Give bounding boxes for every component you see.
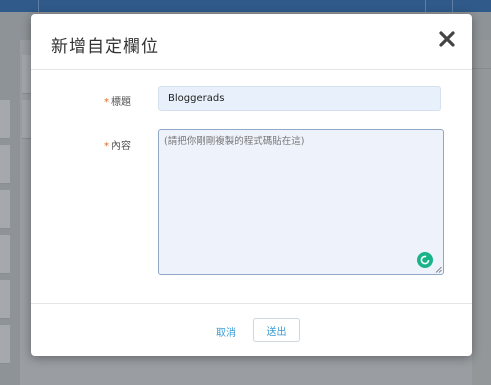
resize-handle-icon[interactable] (435, 266, 442, 273)
dialog-title: 新增自定欄位 (51, 37, 159, 57)
title-input[interactable] (158, 86, 441, 111)
nav-divider (452, 0, 453, 12)
title-label-text: 標題 (111, 97, 131, 108)
background-row (0, 235, 10, 274)
content-label: * 內容 (104, 137, 131, 152)
add-custom-field-dialog: 新增自定欄位 *標題 *內容 取消 送出 (31, 14, 472, 356)
content-textarea[interactable] (158, 129, 444, 275)
background-right-panel (472, 40, 491, 385)
required-mark: * (104, 141, 109, 152)
submit-button[interactable]: 送出 (253, 318, 300, 342)
close-button[interactable] (438, 29, 456, 49)
cancel-button[interactable]: 取消 (216, 324, 236, 339)
dialog-header: 新增自定欄位 (31, 14, 472, 70)
background-row (0, 325, 10, 364)
required-mark: * (104, 97, 109, 108)
background-row (0, 190, 10, 229)
dialog-footer: 取消 送出 (31, 303, 472, 357)
background-top-navbar (0, 0, 491, 12)
title-label: * 標題 (104, 93, 131, 108)
background-row (0, 280, 10, 319)
nav-divider (38, 0, 39, 12)
nav-divider (425, 0, 426, 12)
close-x-icon (439, 31, 455, 47)
background-row (0, 100, 10, 139)
background-row (0, 145, 10, 184)
content-label-text: 內容 (111, 141, 131, 152)
grammar-check-icon[interactable] (417, 252, 433, 268)
refresh-ring-icon (420, 255, 430, 265)
background-divider (472, 68, 491, 69)
